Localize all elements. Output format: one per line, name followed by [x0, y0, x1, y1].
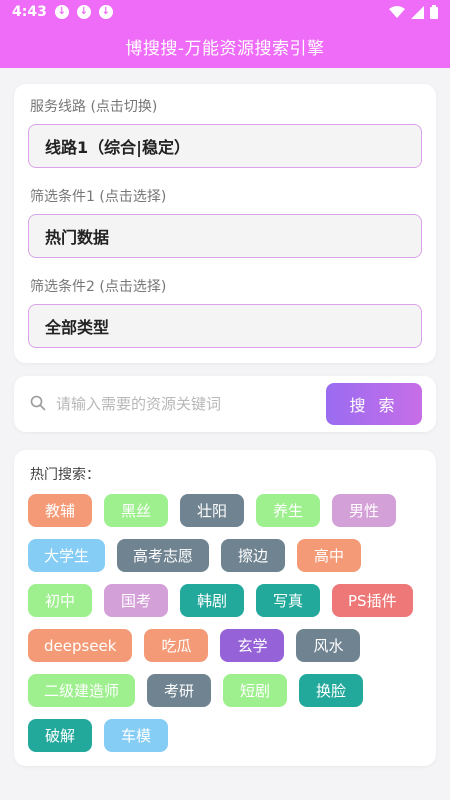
hot-tag[interactable]: 玄学: [220, 629, 285, 662]
hot-tag[interactable]: 黑丝: [104, 494, 168, 527]
hot-tag[interactable]: 车模: [104, 719, 168, 752]
hot-tag[interactable]: PS插件: [332, 584, 413, 617]
search-input[interactable]: [56, 386, 331, 422]
hot-tag[interactable]: 大学生: [28, 539, 106, 572]
hot-tag[interactable]: 吃瓜: [144, 629, 209, 662]
wifi-icon: [389, 6, 405, 18]
hot-tag[interactable]: 擦边: [221, 539, 286, 572]
route-select[interactable]: 线路1（综合|稳定）: [28, 124, 422, 168]
hot-tag[interactable]: 高中: [297, 539, 362, 572]
battery-icon: [430, 5, 438, 19]
hot-tag[interactable]: 养生: [256, 494, 320, 527]
search-card: 搜 索: [14, 376, 436, 432]
filter2-label: 筛选条件2 (点击选择): [30, 279, 167, 295]
download-icon: ↓: [76, 5, 91, 19]
download-icon: ↓: [98, 5, 113, 19]
search-button[interactable]: 搜 索: [326, 383, 422, 425]
status-time: 4:43: [12, 4, 47, 20]
hot-tag[interactable]: 破解: [28, 719, 92, 752]
signal-icon: [411, 5, 424, 19]
app-title: 博搜搜-万能资源搜索引擎: [125, 39, 325, 59]
hot-tag[interactable]: deepseek: [28, 629, 133, 662]
hot-tag[interactable]: 男性: [332, 494, 396, 527]
hot-tag-list: 教辅 黑丝 壮阳 养生 男性大学生 高考志愿 擦边 高中初中 国考 韩剧 写真 PS插件 deepsee…: [28, 494, 428, 752]
hot-tag[interactable]: 壮阳: [180, 494, 244, 527]
hot-tag[interactable]: 风水: [296, 629, 361, 662]
filter2-select[interactable]: 全部类型: [28, 304, 422, 348]
hot-tag[interactable]: 考研: [147, 674, 212, 707]
hot-tag[interactable]: 二级建造师: [28, 674, 136, 707]
status-indicators: [389, 5, 438, 19]
hot-tag[interactable]: 教辅: [28, 494, 92, 527]
filter-card: 服务线路 (点击切换) 线路1（综合|稳定） 筛选条件1 (点击选择) 热门数据…: [14, 84, 436, 363]
filter1-select[interactable]: 热门数据: [28, 214, 422, 258]
hot-tag[interactable]: 国考: [104, 584, 168, 617]
hot-search-title: 热门搜索：: [30, 467, 100, 483]
filter1-label: 筛选条件1 (点击选择): [30, 189, 167, 205]
hot-tag[interactable]: 韩剧: [180, 584, 244, 617]
hot-tag[interactable]: 写真: [256, 584, 320, 617]
app-header: 4:43 ↓ ↓ ↓ 博搜搜-万能资源搜索引擎: [0, 0, 450, 68]
hot-tag[interactable]: 高考志愿: [117, 539, 210, 572]
route-label: 服务线路 (点击切换): [30, 99, 158, 115]
hot-tag[interactable]: 短剧: [223, 674, 288, 707]
search-icon: [30, 395, 46, 411]
download-icon: ↓: [54, 5, 69, 19]
hot-tag[interactable]: 初中: [28, 584, 92, 617]
hot-tag[interactable]: 换脸: [299, 674, 364, 707]
status-bar: 4:43 ↓ ↓ ↓: [0, 0, 450, 24]
hot-search-card: 热门搜索： 教辅 黑丝 壮阳 养生 男性大学生 高考志愿 擦边 高中初中 国考 韩剧 写真 PS插件 d…: [14, 450, 436, 766]
